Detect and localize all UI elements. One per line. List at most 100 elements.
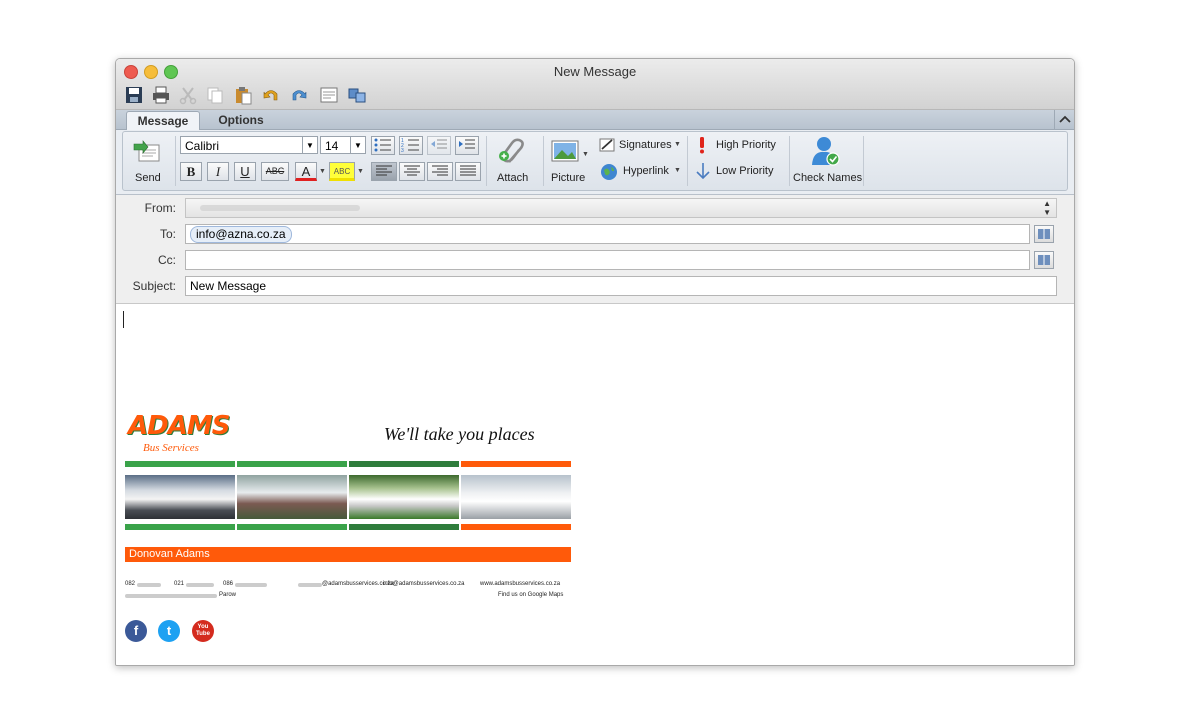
- chevron-down-icon[interactable]: ▼: [357, 168, 364, 175]
- signature-website[interactable]: www.adamsbusservices.co.za: [480, 581, 560, 587]
- signature-bar: [461, 461, 571, 467]
- ribbon-divider: [863, 136, 864, 186]
- updown-arrows-icon: ▲ ▼: [1043, 199, 1051, 217]
- ribbon-divider: [789, 136, 790, 186]
- bold-button[interactable]: B: [180, 162, 202, 181]
- signature-bar: [125, 524, 235, 530]
- tab-options[interactable]: Options: [206, 111, 276, 129]
- address-book-icon[interactable]: [1034, 225, 1054, 243]
- signature-tagline: We'll take you places: [384, 424, 535, 444]
- from-select[interactable]: ▲ ▼: [185, 198, 1057, 218]
- hyperlink-button[interactable]: Hyperlink ▼: [599, 162, 681, 182]
- send-icon: [133, 140, 160, 162]
- increase-indent-button[interactable]: [455, 136, 479, 155]
- high-priority-label: High Priority: [716, 139, 776, 151]
- bullet-list-button[interactable]: [371, 136, 395, 155]
- to-field[interactable]: info@azna.co.za: [185, 224, 1030, 244]
- low-priority-button[interactable]: Low Priority: [695, 162, 787, 182]
- chevron-down-icon: ▼: [582, 151, 589, 158]
- ribbon-divider: [175, 136, 176, 186]
- signatures-label: Signatures: [619, 139, 672, 151]
- redacted-text: [186, 583, 214, 587]
- collapse-ribbon-button[interactable]: [1054, 110, 1074, 129]
- subject-field[interactable]: New Message: [185, 276, 1057, 296]
- svg-text:3: 3: [401, 148, 404, 152]
- paste-icon[interactable]: [233, 85, 253, 105]
- ribbon-divider: [687, 136, 688, 186]
- document-icon[interactable]: [319, 85, 339, 105]
- google-maps-link[interactable]: Find us on Google Maps: [498, 592, 563, 598]
- numbered-list-button[interactable]: 123: [399, 136, 423, 155]
- paperclip-icon: [499, 138, 524, 163]
- ribbon: Send Calibri ▼ 14 ▼ B I U ABC A ▼ ABC ▼ …: [122, 131, 1068, 191]
- chevron-down-icon: ▼: [674, 167, 681, 174]
- youtube-icon[interactable]: You Tube: [192, 620, 214, 642]
- ribbon-divider: [543, 136, 544, 186]
- picture-icon: [551, 140, 579, 162]
- justify-button[interactable]: [455, 162, 481, 181]
- ribbon-divider: [486, 136, 487, 186]
- high-priority-button[interactable]: High Priority: [695, 136, 787, 156]
- cc-field[interactable]: [185, 250, 1030, 270]
- signature-bar: [237, 524, 347, 530]
- bus-photo: [349, 475, 459, 519]
- compose-window: New Message Message Options Send Calibri…: [115, 58, 1075, 666]
- italic-button[interactable]: I: [207, 162, 229, 181]
- subject-label: Subject:: [132, 279, 176, 293]
- strikethrough-button[interactable]: ABC: [261, 162, 289, 181]
- signature-city: Parow: [219, 592, 237, 598]
- numbered-list-icon: 123: [401, 138, 419, 154]
- redacted-address: [125, 594, 217, 598]
- decrease-indent-button[interactable]: [427, 136, 451, 155]
- redo-icon[interactable]: [289, 85, 309, 105]
- tab-message[interactable]: Message: [126, 111, 200, 130]
- highlight-button[interactable]: ABC: [329, 162, 355, 181]
- chevron-down-icon: ▼: [350, 137, 365, 153]
- increase-indent-icon: [459, 139, 475, 149]
- picture-button[interactable]: ▼ Picture: [547, 134, 591, 186]
- send-button[interactable]: Send: [127, 134, 167, 186]
- justify-icon: [460, 165, 476, 176]
- bus-photo: [125, 475, 235, 519]
- font-name-select[interactable]: Calibri ▼: [180, 136, 318, 154]
- signature-info-email[interactable]: info@adamsbusservices.co.za: [383, 581, 464, 587]
- picture-label: Picture: [551, 172, 586, 184]
- address-book-icon[interactable]: [1034, 251, 1054, 269]
- align-center-button[interactable]: [399, 162, 425, 181]
- copy-icon[interactable]: [205, 85, 225, 105]
- title-bar: New Message: [116, 59, 1074, 110]
- signature-logo-sub: Bus Services: [143, 442, 199, 454]
- signature-bar: [125, 461, 235, 467]
- font-color-button[interactable]: A: [295, 162, 317, 181]
- check-names-button[interactable]: Check Names: [791, 134, 862, 186]
- text-cursor: [123, 311, 124, 328]
- window-layout-icon[interactable]: [347, 85, 367, 105]
- signature-bar: [461, 524, 571, 530]
- signature-logo: ADAMS: [128, 411, 230, 441]
- align-left-icon: [376, 165, 392, 176]
- recipient-token[interactable]: info@azna.co.za: [190, 226, 292, 243]
- window-title: New Message: [553, 64, 637, 79]
- cut-icon[interactable]: [178, 85, 198, 105]
- attach-button[interactable]: Attach: [491, 134, 535, 186]
- phone-1: 082: [125, 581, 136, 587]
- undo-icon[interactable]: [261, 85, 281, 105]
- facebook-icon[interactable]: f: [125, 620, 147, 642]
- chevron-down-icon[interactable]: ▼: [319, 168, 326, 175]
- align-right-button[interactable]: [427, 162, 453, 181]
- chevron-down-icon: ▼: [674, 141, 681, 148]
- exclamation-icon: [700, 137, 704, 154]
- cc-label: Cc:: [158, 253, 176, 267]
- twitter-icon[interactable]: t: [158, 620, 180, 642]
- down-arrow-icon: [696, 163, 710, 180]
- save-icon[interactable]: [124, 85, 144, 105]
- align-right-icon: [432, 165, 448, 176]
- redacted-text: [137, 583, 161, 587]
- font-size-select[interactable]: 14 ▼: [320, 136, 366, 154]
- print-icon[interactable]: [151, 85, 171, 105]
- signature-bar: [237, 461, 347, 467]
- signatures-button[interactable]: Signatures ▼: [599, 136, 681, 156]
- subject-value: New Message: [190, 279, 267, 293]
- underline-button[interactable]: U: [234, 162, 256, 181]
- align-left-button[interactable]: [371, 162, 397, 181]
